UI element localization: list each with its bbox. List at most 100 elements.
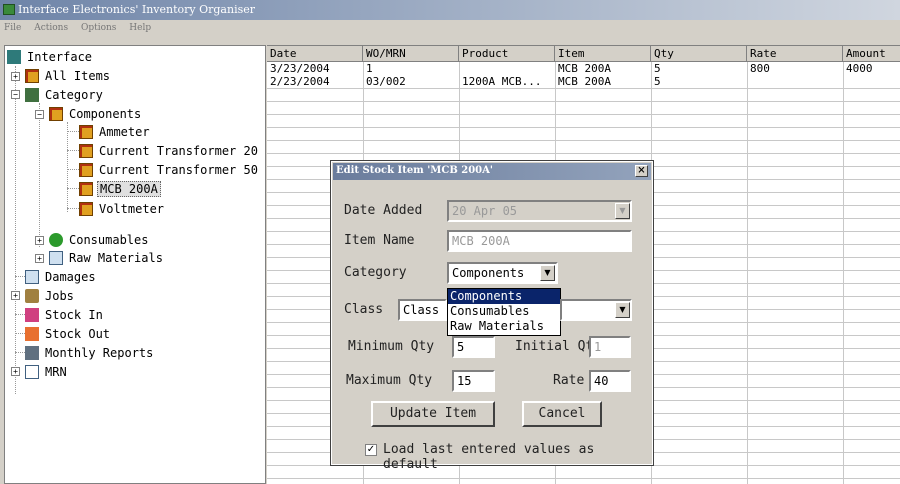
tree-item-interface[interactable]: Interface [7, 48, 94, 66]
jobs-icon [25, 289, 39, 303]
column-header-product[interactable]: Product [459, 46, 555, 62]
tree-item-voltmeter[interactable]: Voltmeter [79, 200, 166, 218]
tree-item-stock-out[interactable]: Stock Out [25, 325, 112, 343]
grid-header: Date WO/MRN Product Item Qty Rate Amount [267, 46, 900, 62]
update-item-button[interactable]: Update Item [371, 401, 495, 427]
table-cell[interactable]: MCB 200A [555, 75, 651, 88]
category-option-raw-materials[interactable]: Raw Materials [448, 319, 560, 334]
tree-item-monthly-reports[interactable]: Monthly Reports [25, 344, 155, 362]
date-dropdown-icon: ▼ [615, 203, 630, 219]
tree-item-raw-materials[interactable]: Raw Materials [49, 249, 165, 267]
table-cell[interactable]: 800 [747, 62, 843, 75]
collapse-category[interactable]: − [11, 90, 20, 99]
raw-materials-icon [49, 251, 63, 265]
category-dropdown-list[interactable]: Components Consumables Raw Materials [447, 288, 561, 336]
box-icon [79, 125, 93, 139]
column-header-rate[interactable]: Rate [747, 46, 843, 62]
stock-in-icon [25, 308, 39, 322]
expand-all-items[interactable]: + [11, 72, 20, 81]
menu-file[interactable]: File [4, 23, 21, 33]
menu-bar: File Actions Options Help [0, 20, 900, 38]
window-title: Interface Electronics' Inventory Organis… [18, 3, 256, 16]
maximum-qty-field[interactable]: 15 [452, 370, 495, 392]
box-icon [79, 202, 93, 216]
column-header-wo-mrn[interactable]: WO/MRN [363, 46, 459, 62]
close-icon[interactable]: × [635, 165, 648, 177]
rate-field[interactable]: 40 [589, 370, 631, 392]
menu-options[interactable]: Options [81, 23, 116, 33]
box-icon [79, 182, 93, 196]
item-name-field[interactable]: MCB 200A [447, 230, 632, 252]
chevron-down-icon[interactable]: ▼ [615, 302, 630, 318]
load-defaults-label: Load last entered values as default [383, 442, 595, 472]
damages-icon [25, 270, 39, 284]
collapse-components[interactable]: − [35, 110, 44, 119]
dialog-title-bar[interactable]: Edit Stock Item 'MCB 200A' × [333, 163, 651, 180]
table-cell[interactable]: 4000 [843, 62, 900, 75]
minimum-qty-field[interactable]: 5 [452, 336, 495, 358]
load-defaults-checkbox[interactable]: ✓ [365, 444, 377, 456]
column-header-item[interactable]: Item [555, 46, 651, 62]
dialog-title: Edit Stock Item 'MCB 200A' [336, 165, 493, 176]
table-cell[interactable]: 5 [651, 62, 747, 75]
table-cell[interactable] [747, 75, 843, 88]
table-cell[interactable]: 5 [651, 75, 747, 88]
table-cell[interactable]: MCB 200A [555, 62, 651, 75]
expand-consumables[interactable]: + [35, 236, 44, 245]
category-option-consumables[interactable]: Consumables [448, 304, 560, 319]
items-icon [25, 69, 39, 83]
date-added-field: 20 Apr 05 [447, 200, 632, 222]
navigation-tree[interactable]: Interface + All Items − Category − Compo… [4, 45, 266, 484]
tree-item-mcb-200a[interactable]: MCB 200A [79, 180, 161, 198]
class-label: Class [344, 302, 384, 317]
tree-root-icon [7, 50, 21, 64]
consumables-icon [49, 233, 63, 247]
table-cell[interactable] [843, 75, 900, 88]
edit-stock-item-dialog: Edit Stock Item 'MCB 200A' × Date Added … [330, 160, 654, 472]
tree-item-mrn[interactable]: MRN [25, 363, 69, 381]
date-added-label: Date Added [344, 203, 423, 218]
tree-item-current-transformer-20[interactable]: Current Transformer 20 [79, 142, 260, 160]
item-name-label: Item Name [344, 233, 415, 248]
minimum-qty-label: Minimum Qty [348, 339, 435, 354]
stock-out-icon [25, 327, 39, 341]
category-option-components[interactable]: Components [448, 289, 560, 304]
folder-icon [49, 107, 63, 121]
cancel-button[interactable]: Cancel [522, 401, 602, 427]
reports-icon [25, 346, 39, 360]
expand-raw-materials[interactable]: + [35, 254, 44, 263]
table-cell[interactable] [459, 62, 555, 75]
tree-item-all-items[interactable]: All Items [25, 67, 112, 85]
tree-item-stock-in[interactable]: Stock In [25, 306, 105, 324]
tree-item-jobs[interactable]: Jobs [25, 287, 76, 305]
app-icon [3, 4, 15, 15]
tree-item-current-transformer-50[interactable]: Current Transformer 50 [79, 161, 260, 179]
table-cell[interactable]: 1200A MCB... [459, 75, 555, 88]
tree-item-category[interactable]: Category [25, 86, 105, 104]
table-cell[interactable]: 2/23/2004 [267, 75, 363, 88]
box-icon [79, 144, 93, 158]
mrn-icon [25, 365, 39, 379]
expand-jobs[interactable]: + [11, 291, 20, 300]
table-cell[interactable]: 03/002 [363, 75, 459, 88]
box-icon [79, 163, 93, 177]
category-icon [25, 88, 39, 102]
tree-item-consumables[interactable]: Consumables [49, 231, 150, 249]
menu-help[interactable]: Help [129, 23, 151, 33]
menu-actions[interactable]: Actions [34, 23, 68, 33]
expand-mrn[interactable]: + [11, 367, 20, 376]
column-header-qty[interactable]: Qty [651, 46, 747, 62]
initial-qty-field[interactable]: 1 [589, 336, 631, 358]
tree-item-damages[interactable]: Damages [25, 268, 98, 286]
category-label: Category [344, 265, 407, 280]
tree-item-components[interactable]: Components [49, 105, 143, 123]
table-cell[interactable]: 3/23/2004 [267, 62, 363, 75]
window-title-bar[interactable]: Interface Electronics' Inventory Organis… [0, 0, 900, 20]
maximum-qty-label: Maximum Qty [346, 373, 433, 388]
tree-item-ammeter[interactable]: Ammeter [79, 123, 152, 141]
column-header-amount[interactable]: Amount [843, 46, 900, 62]
class-select[interactable]: Class A [398, 299, 447, 321]
chevron-down-icon[interactable]: ▼ [540, 265, 555, 281]
column-header-date[interactable]: Date [267, 46, 363, 62]
table-cell[interactable]: 1 [363, 62, 459, 75]
